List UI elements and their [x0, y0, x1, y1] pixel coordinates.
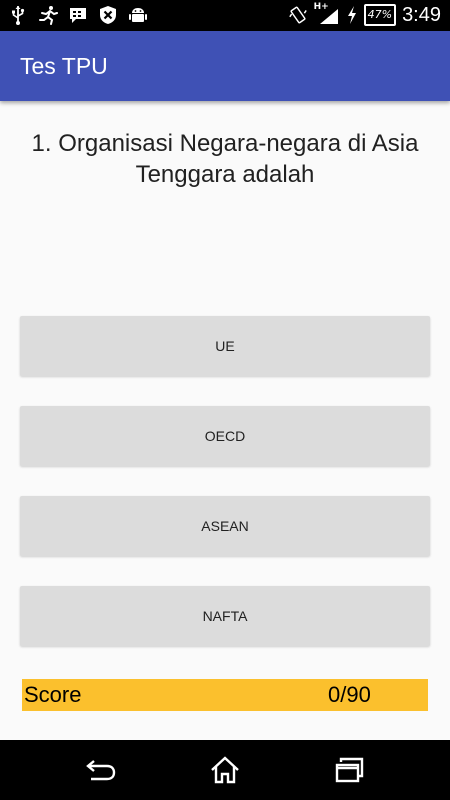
bbm-icon [68, 5, 88, 25]
score-label: Score [24, 682, 82, 707]
running-man-icon [38, 5, 58, 25]
app-title: Tes TPU [20, 53, 108, 79]
status-clock: 3:49 [402, 4, 441, 26]
system-status-icons: H+ 47% 3:49 [288, 2, 441, 26]
app-bar: Tes TPU [0, 31, 450, 101]
android-debug-icon [128, 5, 148, 25]
answer-button-oecd[interactable]: OECD [20, 406, 430, 466]
x-shield-icon [98, 5, 118, 25]
notification-icons [8, 5, 148, 25]
answer-button-asean[interactable]: ASEAN [20, 496, 430, 556]
status-bar: H+ 47% 3:49 [0, 0, 450, 31]
network-type-label: H+ [313, 2, 329, 12]
signal-hplus-icon: H+ [313, 2, 340, 25]
question-text: 1. Organisasi Negara-negara di Asia Teng… [31, 130, 419, 188]
score-value: 0/90 [328, 682, 371, 707]
vibrate-icon [288, 5, 308, 25]
home-icon[interactable] [208, 754, 242, 786]
recents-icon[interactable] [332, 754, 366, 786]
usb-icon [8, 5, 28, 25]
charging-icon [346, 5, 358, 25]
battery-icon: 47% [363, 4, 397, 26]
back-icon[interactable] [84, 754, 118, 786]
answer-button-nafta[interactable]: NAFTA [20, 586, 430, 646]
answer-button-ue[interactable]: UE [20, 316, 430, 376]
score-bar: Score 0/90 [22, 679, 428, 711]
navigation-bar [0, 740, 450, 800]
